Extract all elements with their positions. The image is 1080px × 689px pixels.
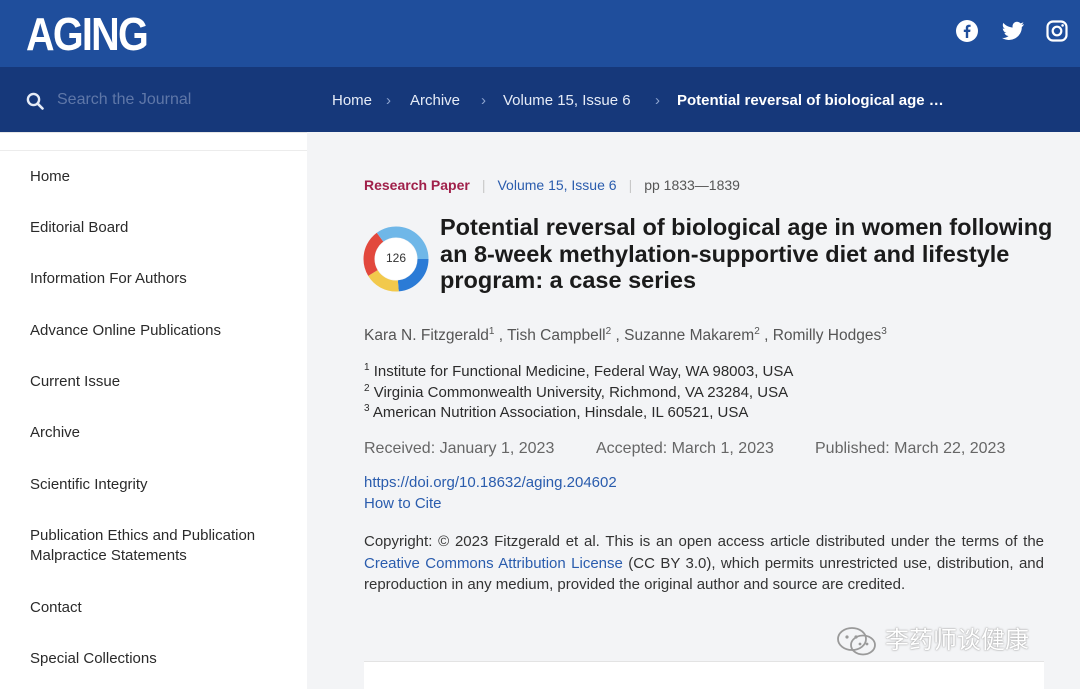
affiliation-number: 2 (364, 383, 370, 394)
copyright-notice: Copyright: © 2023 Fitzgerald et al. This… (364, 531, 1044, 596)
how-to-cite-link[interactable]: How to Cite (364, 494, 442, 514)
instagram-icon[interactable] (1045, 19, 1069, 43)
received-date: Received: January 1, 2023 (364, 440, 555, 457)
volume-link[interactable]: Volume 15, Issue 6 (497, 177, 616, 193)
divider: | (628, 177, 633, 193)
sidebar-item-information-for-authors[interactable]: Information For Authors (30, 269, 290, 289)
chevron-right-icon: › (481, 92, 486, 109)
divider: | (481, 177, 486, 193)
paper-type-label[interactable]: Research Paper (364, 177, 470, 193)
chevron-right-icon: › (386, 92, 391, 109)
doi-link[interactable]: https://doi.org/10.18632/aging.204602 (364, 473, 617, 493)
search-icon[interactable] (26, 92, 44, 110)
article-meta: Research Paper | Volume 15, Issue 6 | pp 183… (364, 176, 740, 194)
sidebar-item-archive[interactable]: Archive (30, 423, 290, 443)
affiliation-text: Institute for Functional Medicine, Feder… (373, 363, 794, 380)
author-separator: , (494, 327, 508, 345)
twitter-icon[interactable] (1001, 19, 1025, 43)
author-separator: , (759, 327, 773, 345)
author-name[interactable]: Tish Campbell (507, 327, 606, 344)
sidebar-item-publication-ethics[interactable]: Publication Ethics and Publication Malpr… (30, 526, 280, 566)
affiliation-number: 1 (364, 362, 370, 373)
affiliation-number: 3 (364, 403, 370, 414)
site-header: AGING (0, 0, 1080, 67)
copyright-text: Copyright: © 2023 Fitzgerald et al. This… (364, 533, 1044, 550)
navigation-bar: Home › Archive › Volume 15, Issue 6 › Po… (0, 67, 1080, 132)
chevron-right-icon: › (655, 92, 660, 109)
breadcrumb-archive[interactable]: Archive (410, 91, 460, 111)
author-name[interactable]: Kara N. Fitzgerald (364, 327, 489, 344)
author-list: Kara N. Fitzgerald1 , Tish Campbell2 , S… (364, 322, 887, 346)
sidebar-item-special-collections[interactable]: Special Collections (30, 649, 290, 669)
sidebar-item-editorial-board[interactable]: Editorial Board (30, 218, 290, 238)
altmetric-score: 126 (385, 251, 407, 265)
article-content: Research Paper | Volume 15, Issue 6 | pp 183… (307, 132, 1080, 689)
author-name[interactable]: Romilly Hodges (773, 327, 882, 344)
sidebar-item-home[interactable]: Home (30, 167, 290, 187)
journal-logo[interactable]: AGING (26, 8, 149, 60)
wechat-icon (835, 625, 879, 657)
license-link[interactable]: Creative Commons Attribution License (364, 555, 623, 572)
watermark: 李药师谈健康 (835, 625, 1055, 659)
watermark-text: 李药师谈健康 (885, 627, 1029, 654)
content-card (364, 661, 1044, 689)
published-date: Published: March 22, 2023 (815, 440, 1006, 457)
author-affiliation-number: 3 (881, 326, 887, 337)
breadcrumb-current: Potential reversal of biological age … (677, 92, 944, 109)
affiliation-item: 3 American Nutrition Association, Hinsda… (364, 399, 748, 423)
breadcrumb-issue[interactable]: Volume 15, Issue 6 (503, 91, 631, 111)
affiliation-text: American Nutrition Association, Hinsdale… (372, 404, 749, 421)
breadcrumb-home[interactable]: Home (332, 91, 372, 111)
accepted-date: Accepted: March 1, 2023 (596, 440, 774, 457)
sidebar-item-current-issue[interactable]: Current Issue (30, 372, 290, 392)
article-title: Potential reversal of biological age in … (440, 214, 1053, 293)
sidebar-item-advance-online-publications[interactable]: Advance Online Publications (30, 321, 290, 341)
author-name[interactable]: Suzanne Makarem (624, 327, 754, 344)
sidebar: Home Editorial Board Information For Aut… (0, 132, 307, 689)
sidebar-item-scientific-integrity[interactable]: Scientific Integrity (30, 475, 290, 495)
search-input[interactable] (57, 87, 287, 113)
facebook-icon[interactable] (955, 19, 979, 43)
page-range: pp 1833—1839 (644, 177, 740, 193)
sidebar-item-contact[interactable]: Contact (30, 598, 290, 618)
sidebar-divider (0, 150, 307, 151)
author-separator: , (611, 327, 625, 345)
